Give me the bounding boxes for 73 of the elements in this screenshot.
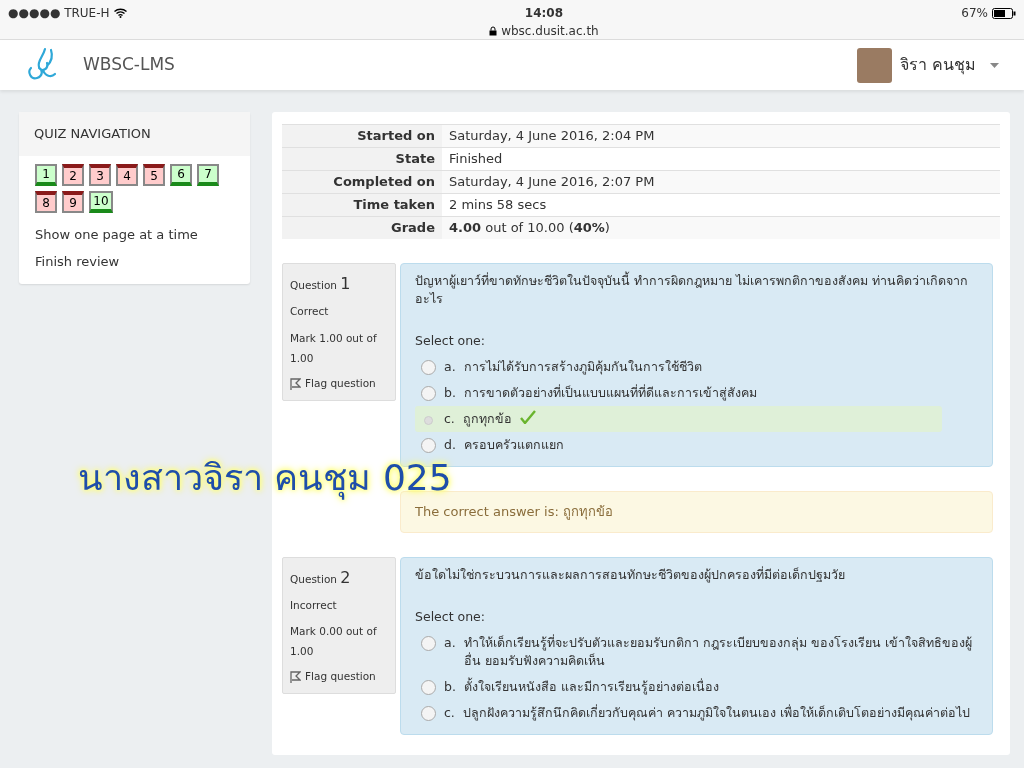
option-letter: c. [444, 410, 455, 428]
question-number-button[interactable]: 6 [170, 163, 192, 186]
battery-icon [992, 7, 1016, 19]
question-number-button[interactable]: 2 [62, 163, 84, 186]
radio-button[interactable] [424, 416, 433, 425]
panel-title: QUIZ NAVIGATION [19, 112, 250, 156]
question-text: ปัญหาผู้เยาว์ที่ขาดทักษะชีวิตในปัจจุบันนี้ ทำการผิดกฎหมาย ไม่เคารพกติกาของสังคม ท่านคิดว่าเกิดจากอะไร [415, 272, 969, 308]
answer-text: การไม่ได้รับการสร้างภูมิคุ้มกันในการใช้ชีวิต [463, 358, 702, 376]
site-name[interactable]: WBSC-LMS [83, 52, 175, 78]
option-letter: b. [444, 677, 456, 696]
wifi-icon [113, 8, 127, 18]
question-number-button[interactable]: 9 [62, 190, 84, 213]
nav-link-text[interactable]: Finish review [35, 254, 120, 269]
question-label: Question [290, 572, 337, 585]
url-text[interactable]: wbsc.dusit.ac.th [501, 22, 599, 40]
summary-label: Started on [282, 124, 442, 148]
answer-text: ครอบครัวแตกแยก [463, 436, 564, 454]
summary-value: 4.00 out of 10.00 (40%) [442, 216, 1000, 239]
summary-value: Finished [442, 147, 1000, 171]
question-status: Correct [290, 304, 330, 319]
question-number-button[interactable]: 7 [197, 163, 219, 186]
summary-value: Saturday, 4 June 2016, 2:07 PM [442, 170, 1000, 194]
option-letter: c. [444, 703, 455, 722]
option-letter: a. [444, 633, 456, 652]
answer-text: การขาดตัวอย่างที่เป็นแบบแผนที่ที่ดีและการเข้าสู่สังคม [463, 384, 757, 402]
battery-percent: 67% [961, 5, 988, 22]
radio-button[interactable] [421, 386, 436, 401]
question-number-button[interactable]: 1 [35, 163, 57, 186]
question-number-button[interactable]: 4 [116, 163, 138, 186]
radio-button[interactable] [421, 360, 436, 375]
caret-icon[interactable] [990, 62, 999, 68]
lock-icon [489, 26, 498, 36]
question-mark: Mark 0.00 out of 1.00 [290, 624, 378, 660]
radio-button[interactable] [421, 438, 436, 453]
summary-value: Saturday, 4 June 2016, 2:04 PM [442, 124, 1000, 148]
radio-button[interactable] [421, 705, 436, 721]
user-avatar [856, 47, 892, 83]
flag-icon[interactable] [290, 671, 301, 684]
answer-text: ทำให้เด็กเรียนรู้ที่จะปรับตัวและยอมรับกติกา กฎระเบียบของกลุ่ม ของโรงเรียน เข้าใจสิทธิของผู้อื่น ยอมรับฟังความคิดเห็น [463, 633, 972, 670]
radio-button[interactable] [421, 635, 436, 651]
question-number-button[interactable]: 10 [89, 190, 113, 213]
question-number-button[interactable]: 3 [89, 163, 111, 186]
checkmark-icon [519, 410, 536, 424]
radio-button[interactable] [421, 679, 436, 695]
question-label: Question [290, 279, 337, 291]
question-number: 2 [340, 567, 351, 587]
answer-text: ปลูกฝังความรู้สึกนึกคิดเกี่ยวกับคุณค่า ความภูมิใจในตนเอง เพื่อให้เด็กเติบโตอย่างมีคุณค่าต่อไป [462, 703, 970, 722]
option-letter: d. [444, 436, 456, 454]
flag-link[interactable]: Flag question [305, 375, 376, 392]
option-letter: a. [444, 358, 456, 376]
option-letter: b. [444, 384, 456, 402]
summary-value: 2 mins 58 secs [442, 193, 1000, 217]
question-status: Incorrect [290, 597, 338, 613]
question-mark: Mark 1.00 out of 1.00 [290, 330, 378, 366]
nav-link-text[interactable]: Show one page at a time [35, 226, 198, 242]
summary-label: Completed on [282, 170, 442, 194]
answer-text: ถูกทุกข้อ [462, 410, 512, 428]
summary-label: Grade [282, 216, 442, 239]
correct-answer-feedback: The correct answer is: ถูกทุกข้อ [400, 491, 993, 533]
flag-link[interactable]: Flag question [305, 669, 376, 685]
carrier-label: ●●●●● TRUE-H [8, 5, 110, 22]
user-name[interactable]: จิรา คนชุม [899, 53, 976, 77]
select-one-prompt: Select one: [415, 332, 486, 350]
select-one-prompt: Select one: [415, 607, 486, 626]
flag-icon[interactable] [290, 377, 301, 390]
question-number-button[interactable]: 5 [143, 163, 165, 186]
answer-text: ตั้งใจเรียนหนังสือ และมีการเรียนรู้อย่างต่อเนื่อง [463, 677, 719, 696]
summary-label: Time taken [282, 193, 442, 217]
question-number: 1 [340, 274, 351, 293]
question-text: ข้อใดไม่ใช่กระบวนการและผลการสอนทักษะชีวิตของผู้ปกครองที่มีต่อเด็กปฐมวัย [415, 565, 846, 584]
clock-time: 14:08 [524, 5, 564, 22]
question-number-button[interactable]: 8 [35, 190, 57, 213]
summary-label: State [282, 147, 442, 171]
